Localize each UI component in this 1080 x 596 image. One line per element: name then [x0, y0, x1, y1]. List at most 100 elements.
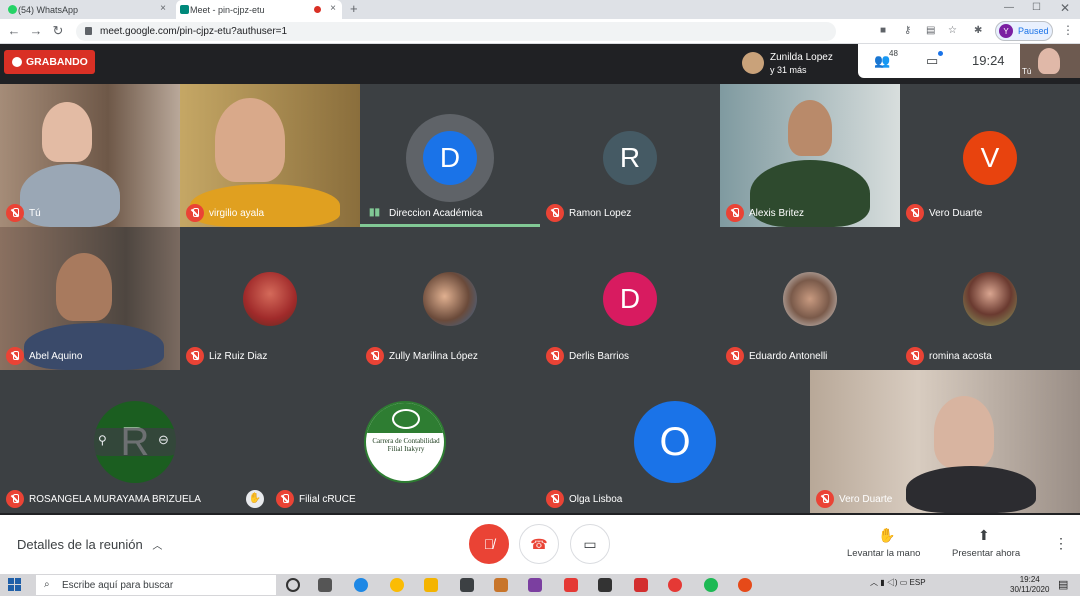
system-tray: ︿ ▮ ◁) ▭ ESP — [870, 577, 926, 588]
video-off-icon: ▭ — [583, 535, 597, 552]
microphone-icon[interactable]: ▮ — [880, 578, 887, 587]
minimize-icon[interactable]: — — [1004, 2, 1014, 13]
lock-icon — [85, 27, 92, 35]
participant-name: Alexis Britez — [749, 208, 805, 219]
participant-tile[interactable]: D ▮▮ Direccion Académica — [360, 84, 540, 227]
browser-tab-bar: (54) WhatsApp × Meet - pin-cjpz-etu × + … — [0, 0, 1080, 19]
chrome-icon[interactable] — [390, 578, 404, 592]
menu-icon[interactable]: ⋮ — [1062, 23, 1074, 37]
meet-top-bar: GRABANDO Zunilda Lopez y 31 más 👥 48 ▭ 1… — [0, 44, 1080, 82]
edge-icon[interactable] — [354, 578, 368, 592]
hang-up-icon: ☎ — [530, 535, 548, 552]
participant-tile[interactable]: D Derlis Barrios — [540, 227, 720, 370]
meeting-details-button[interactable]: Detalles de la reunión ︿ — [17, 537, 162, 552]
opera-icon[interactable] — [668, 578, 682, 592]
key-icon[interactable]: ⚷ — [904, 25, 911, 36]
people-icon[interactable]: 👥 — [874, 53, 890, 69]
present-now-button[interactable]: Presentar ahora — [952, 548, 1020, 559]
clock-date: 30/11/2020 — [1010, 585, 1050, 594]
participant-tile[interactable]: Carrera de Contabilidad Filial Itakyry F… — [270, 370, 540, 513]
spotify-icon[interactable] — [704, 578, 718, 592]
participant-tile[interactable]: Zully Marilina López — [360, 227, 540, 370]
windows-taskbar: ⌕ Escribe aquí para buscar ︿ ▮ ◁) ▭ ESP … — [0, 574, 1080, 596]
tab-label: Meet - pin-cjpz-etu — [190, 4, 265, 15]
muted-mic-icon — [186, 204, 204, 222]
participant-face — [42, 102, 92, 162]
participant-name: Derlis Barrios — [569, 351, 630, 362]
windows-start-icon[interactable] — [8, 578, 22, 592]
store-icon[interactable] — [460, 578, 474, 592]
participant-tile[interactable]: Liz Ruiz Diaz — [180, 227, 360, 370]
participant-count: 48 — [889, 49, 898, 58]
tab-meet[interactable]: Meet - pin-cjpz-etu × — [176, 0, 342, 19]
remove-icon[interactable]: ⊖ — [158, 432, 169, 448]
participant-tile[interactable]: virgilio ayala — [180, 84, 360, 227]
participant-tile[interactable]: romina acosta — [900, 227, 1080, 370]
raise-hand-button[interactable]: Levantar la mano — [847, 548, 920, 559]
participant-tile[interactable]: R ⚲ ⊖ ROSANGELA MURAYAMA BRIZUELA ✋ — [0, 370, 270, 513]
app-icon[interactable] — [528, 578, 542, 592]
translate-icon[interactable]: ▤ — [926, 25, 935, 36]
file-explorer-icon[interactable] — [424, 578, 438, 592]
powerpoint-icon[interactable] — [738, 578, 752, 592]
profile-status: Paused — [1018, 26, 1049, 36]
chevron-up-icon[interactable]: ︿ — [870, 578, 880, 587]
participant-name: Filial cRUCE — [299, 494, 356, 505]
raise-hand-icon[interactable]: ✋ — [878, 527, 895, 544]
participant-tile[interactable]: Abel Aquino — [0, 227, 180, 370]
meeting-info-box: 👥 48 ▭ 19:24 — [858, 44, 1020, 78]
profile-button[interactable]: Y Paused — [995, 21, 1053, 41]
close-tab-icon[interactable]: × — [330, 3, 336, 14]
participant-tile[interactable]: R Ramon Lopez — [540, 84, 720, 227]
network-icon[interactable]: ▭ — [900, 578, 910, 587]
taskbar-search-input[interactable]: ⌕ Escribe aquí para buscar — [36, 575, 276, 595]
pin-icon[interactable]: ⚲ — [98, 433, 107, 447]
muted-mic-icon — [546, 490, 564, 508]
camera-icon[interactable]: ■ — [880, 25, 886, 36]
volume-icon[interactable]: ◁) — [887, 578, 900, 587]
logo-avatar: Carrera de Contabilidad Filial Itakyry — [364, 401, 446, 483]
participant-tile[interactable]: Tú — [0, 84, 180, 227]
participant-face — [788, 100, 832, 156]
star-icon[interactable]: ☆ — [948, 25, 957, 36]
participant-tile[interactable]: Alexis Britez — [720, 84, 900, 227]
participant-tile[interactable]: O Olga Lisboa — [540, 370, 810, 513]
close-tab-icon[interactable]: × — [160, 3, 166, 14]
language-indicator[interactable]: ESP — [910, 578, 926, 587]
extensions-icon[interactable]: ✱ — [974, 25, 982, 36]
participant-tile[interactable]: V Vero Duarte — [900, 84, 1080, 227]
app-icon[interactable] — [494, 578, 508, 592]
maximize-icon[interactable]: ☐ — [1032, 2, 1041, 13]
new-tab-icon[interactable]: + — [350, 1, 358, 16]
participant-tile[interactable]: Eduardo Antonelli — [720, 227, 900, 370]
presenter-info[interactable]: Zunilda Lopez y 31 más — [736, 46, 856, 80]
task-view-icon[interactable] — [318, 578, 332, 592]
muted-mic-icon — [186, 347, 204, 365]
participant-name: Direccion Académica — [389, 208, 483, 219]
participant-face — [215, 98, 285, 182]
app-icon[interactable] — [564, 578, 578, 592]
cortana-icon[interactable] — [286, 578, 300, 592]
self-view-thumbnail[interactable]: Tú — [1020, 44, 1080, 78]
leave-call-button[interactable]: ☎ — [519, 524, 559, 564]
forward-icon[interactable]: → — [28, 23, 44, 38]
muted-mic-icon — [726, 347, 744, 365]
meeting-controls-bar: Detalles de la reunión ︿ 🎙̸ ☎ ▭ ✋ Levant… — [0, 515, 1080, 574]
notifications-icon[interactable]: ▤ — [1058, 578, 1068, 591]
reload-icon[interactable]: ↻ — [50, 23, 66, 39]
camera-toggle-button[interactable]: ▭ — [570, 524, 610, 564]
url-input[interactable]: meet.google.com/pin-cjpz-etu?authuser=1 — [76, 22, 836, 41]
taskbar-clock[interactable]: 19:24 30/11/2020 — [1010, 575, 1049, 595]
app-icon[interactable] — [634, 578, 648, 592]
chat-icon[interactable]: ▭ — [926, 53, 938, 69]
chevron-up-icon: ︿ — [152, 541, 163, 552]
close-window-icon[interactable]: ✕ — [1060, 1, 1070, 15]
microphone-toggle-button[interactable]: 🎙̸ — [469, 524, 509, 564]
back-icon[interactable]: ← — [6, 23, 22, 38]
present-screen-icon[interactable]: ⬆ — [978, 527, 990, 544]
tab-whatsapp[interactable]: (54) WhatsApp × — [4, 0, 172, 19]
participant-tile[interactable]: Vero Duarte — [810, 370, 1080, 513]
avatar: O — [634, 401, 716, 483]
more-options-icon[interactable]: ⋮ — [1054, 535, 1068, 552]
app-icon[interactable] — [598, 578, 612, 592]
